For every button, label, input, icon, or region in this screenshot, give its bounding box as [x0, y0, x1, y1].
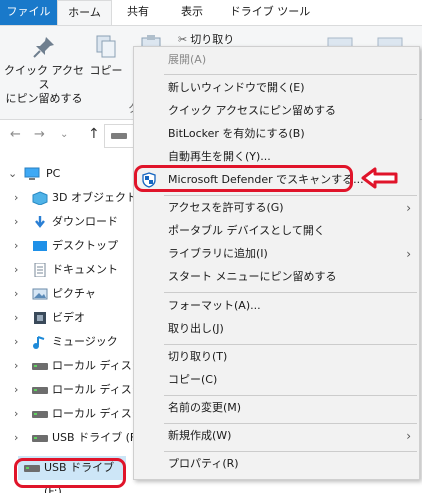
highlight-defender-item	[134, 165, 353, 192]
chevron-right-icon[interactable]: ›	[14, 354, 18, 378]
music-icon	[33, 336, 45, 349]
menu-item-format[interactable]: フォーマット(A)...	[134, 295, 419, 317]
document-icon	[34, 263, 46, 277]
chevron-right-icon: ›	[406, 201, 411, 215]
menu-item-cut[interactable]: 切り取り(T)	[134, 346, 419, 368]
ribbon-tab-bar: ファイル ホーム 共有 表示 ドライブ ツール	[0, 0, 422, 26]
tree-label: USB ドライブ (F:)	[52, 431, 144, 444]
back-arrow-icon[interactable]: ←	[10, 127, 21, 142]
tree-item-local-disk[interactable]: › ローカル ディスク (	[0, 402, 151, 426]
menu-item-add-to-library-label: ライブラリに追加(I)	[168, 247, 268, 260]
menu-item-open-new-window[interactable]: 新しいウィンドウで開く(E)	[134, 77, 419, 99]
menu-item-give-access[interactable]: アクセスを許可する(G) ›	[134, 197, 419, 219]
tree-label-pc: PC	[46, 167, 61, 180]
menu-item-rename[interactable]: 名前の変更(M)	[134, 397, 419, 419]
drive-icon	[32, 387, 48, 394]
menu-separator	[164, 195, 417, 196]
chevron-right-icon[interactable]: ›	[14, 426, 18, 450]
usb-drive-icon	[32, 435, 48, 442]
tab-share[interactable]: 共有	[118, 0, 158, 26]
pin-icon	[33, 37, 54, 58]
tab-drive-tools[interactable]: ドライブ ツール	[222, 0, 318, 26]
chevron-right-icon[interactable]: ›	[14, 258, 18, 282]
menu-item-open-portable[interactable]: ポータブル デバイスとして開く	[134, 220, 419, 242]
tree-item-documents[interactable]: › ドキュメント	[0, 258, 130, 282]
chevron-right-icon: ›	[406, 429, 411, 443]
pin-label-line2: にピン留めする	[5, 92, 83, 105]
pin-quick-access-button[interactable]: クイック アクセス にピン留めする	[4, 32, 84, 106]
scissors-icon: ✂	[178, 33, 188, 46]
tree-item-usb-drive[interactable]: › USB ドライブ (F:)	[0, 426, 143, 450]
left-arrow-icon	[361, 167, 398, 189]
tab-view[interactable]: 表示	[172, 0, 212, 26]
tree-label: デスクトップ	[52, 239, 118, 252]
tree-label: ビデオ	[52, 311, 85, 324]
tree-item-videos[interactable]: › ビデオ	[0, 306, 130, 330]
tree-label: ダウンロード	[52, 215, 118, 228]
menu-item-expand[interactable]: 展開(A)	[134, 49, 419, 71]
menu-item-eject[interactable]: 取り出し(J)	[134, 318, 419, 340]
tree-item-3d-objects[interactable]: › 3D オブジェクト	[0, 186, 137, 210]
highlight-usb-drive	[14, 458, 126, 488]
menu-separator	[164, 395, 417, 396]
menu-separator	[164, 451, 417, 452]
desktop-icon	[33, 241, 47, 251]
file-explorer-window: ファイル ホーム 共有 表示 ドライブ ツール クイック アクセス にピン留めす…	[0, 0, 422, 493]
tab-file[interactable]: ファイル	[0, 0, 57, 26]
tree-item-local-disk[interactable]: › ローカル ディスク (	[0, 354, 151, 378]
pc-icon	[24, 167, 40, 180]
chevron-down-icon[interactable]: ⌄	[8, 162, 17, 186]
forward-arrow-icon[interactable]: →	[34, 127, 45, 142]
drive-icon	[32, 363, 48, 370]
cut-button[interactable]: ✂ 切り取り	[178, 31, 234, 47]
menu-separator	[164, 292, 417, 293]
tree-item-downloads[interactable]: › ダウンロード	[0, 210, 130, 234]
tree-label: 3D オブジェクト	[52, 191, 137, 204]
context-menu: 展開(A) 新しいウィンドウで開く(E) クイック アクセスにピン留めする Bi…	[133, 46, 420, 480]
menu-item-pin-quick-access[interactable]: クイック アクセスにピン留めする	[134, 100, 419, 122]
menu-item-new[interactable]: 新規作成(W) ›	[134, 425, 419, 447]
3d-objects-icon	[32, 191, 48, 205]
copy-button[interactable]: コピー	[88, 32, 124, 78]
menu-item-give-access-label: アクセスを許可する(G)	[168, 201, 284, 214]
menu-item-add-to-library[interactable]: ライブラリに追加(I) ›	[134, 243, 419, 265]
recent-chevron-icon[interactable]: ⌄	[60, 129, 68, 140]
copy-icon	[96, 35, 116, 58]
tree-item-desktop[interactable]: › デスクトップ	[0, 234, 130, 258]
video-icon	[34, 312, 46, 324]
chevron-right-icon[interactable]: ›	[14, 402, 18, 426]
pin-label-line1: クイック アクセス	[4, 64, 84, 91]
copy-label: コピー	[89, 64, 123, 77]
chevron-right-icon[interactable]: ›	[14, 306, 18, 330]
chevron-right-icon[interactable]: ›	[14, 282, 18, 306]
tree-label: ミュージック	[52, 335, 118, 348]
chevron-right-icon[interactable]: ›	[14, 234, 18, 258]
tab-home[interactable]: ホーム	[57, 0, 112, 26]
menu-separator	[164, 423, 417, 424]
picture-icon	[32, 288, 48, 300]
download-icon	[35, 216, 45, 228]
chevron-right-icon[interactable]: ›	[14, 378, 18, 402]
menu-item-properties[interactable]: プロパティ(R)	[134, 453, 419, 475]
tree-label: ドキュメント	[52, 263, 118, 276]
menu-item-copy[interactable]: コピー(C)	[134, 369, 419, 391]
cut-label: 切り取り	[190, 33, 235, 46]
drive-icon	[32, 411, 48, 418]
chevron-right-icon[interactable]: ›	[14, 186, 18, 210]
up-arrow-icon[interactable]: ↑	[88, 126, 100, 142]
tree-item-local-disk[interactable]: › ローカル ディスク (	[0, 378, 151, 402]
tree-item-pc[interactable]: ⌄ PC	[0, 162, 130, 186]
chevron-right-icon: ›	[406, 247, 411, 261]
menu-item-pin-start[interactable]: スタート メニューにピン留めする	[134, 266, 419, 288]
chevron-right-icon[interactable]: ›	[14, 330, 18, 354]
menu-item-new-label: 新規作成(W)	[168, 429, 232, 442]
menu-separator	[164, 74, 417, 75]
chevron-right-icon[interactable]: ›	[14, 210, 18, 234]
tree-item-music[interactable]: › ミュージック	[0, 330, 130, 354]
drive-icon	[111, 133, 127, 139]
menu-item-bitlocker[interactable]: BitLocker を有効にする(B)	[134, 123, 419, 145]
tree-item-pictures[interactable]: › ピクチャ	[0, 282, 130, 306]
menu-separator	[164, 344, 417, 345]
tree-label: ピクチャ	[52, 287, 96, 300]
